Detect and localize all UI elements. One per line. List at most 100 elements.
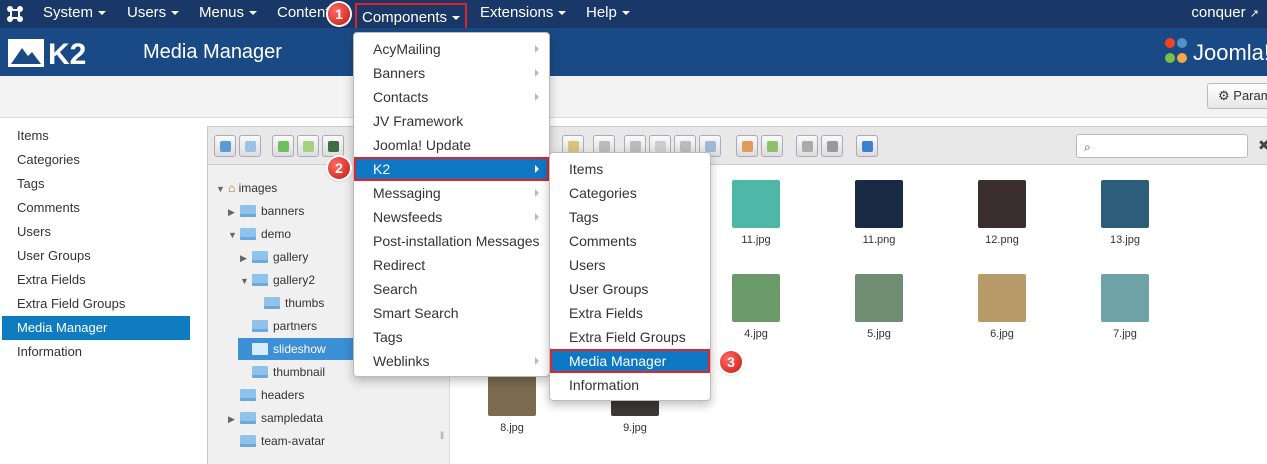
menu-item-tags[interactable]: Tags	[354, 325, 549, 349]
gear-icon: ⚙	[1218, 88, 1230, 103]
save-button[interactable]	[322, 135, 344, 157]
submenu-item-tags[interactable]: Tags	[550, 205, 710, 229]
sidebar-item-user-groups[interactable]: User Groups	[0, 244, 190, 268]
nav-menus[interactable]: Menus	[199, 0, 258, 28]
tree-node-thumbnail[interactable]: thumbnail	[252, 361, 325, 383]
tree-node-partners[interactable]: partners	[252, 315, 317, 337]
sidebar-item-users[interactable]: Users	[0, 220, 190, 244]
menu-item-redirect[interactable]: Redirect	[354, 253, 549, 277]
user-name: conquer	[1191, 4, 1246, 21]
menu-item-smart-search[interactable]: Smart Search	[354, 301, 549, 325]
submenu-item-items[interactable]: Items	[550, 157, 710, 181]
user-menu[interactable]: conquer ↗	[1191, 0, 1259, 27]
sidebar-item-categories[interactable]: Categories	[0, 148, 190, 172]
tree-node-slideshow[interactable]: slideshow	[238, 338, 368, 360]
sidebar-item-extra-field-groups[interactable]: Extra Field Groups	[0, 292, 190, 316]
back-button[interactable]	[214, 135, 236, 157]
parameters-button[interactable]: ⚙ Param	[1207, 83, 1267, 109]
submenu-item-extra-field-groups[interactable]: Extra Field Groups	[550, 325, 710, 349]
extract-button[interactable]	[736, 135, 758, 157]
file-thumbnail	[978, 180, 1026, 228]
search-input[interactable]: ⌕	[1076, 134, 1248, 158]
submenu-item-comments[interactable]: Comments	[550, 229, 710, 253]
chevron-right-icon	[535, 213, 539, 221]
file-item[interactable]: 7.jpg	[1090, 274, 1160, 340]
file-thumbnail	[855, 180, 903, 228]
nav-help[interactable]: Help	[586, 0, 630, 28]
tree-node-gallery2[interactable]: ▼ gallery2	[240, 269, 315, 291]
sidebar-item-items[interactable]: Items	[0, 124, 190, 148]
menu-item-weblinks[interactable]: Weblinks	[354, 349, 549, 373]
joomla-logo-icon[interactable]	[6, 5, 24, 23]
tree-node-headers[interactable]: headers	[240, 384, 304, 406]
file-item[interactable]: 6.jpg	[967, 274, 1037, 340]
menu-item-messaging[interactable]: Messaging	[354, 181, 549, 205]
submenu-item-media-manager[interactable]: Media Manager	[550, 349, 710, 373]
chevron-down-icon	[98, 11, 107, 16]
folder-icon	[252, 319, 268, 332]
menu-item-search[interactable]: Search	[354, 277, 549, 301]
resize-handle-icon[interactable]: ‖	[440, 431, 444, 442]
nav-content[interactable]: Content	[277, 0, 330, 28]
tree-label: sampledata	[261, 411, 324, 425]
sidebar: Items Categories Tags Comments Users Use…	[0, 124, 190, 364]
nav-extensions[interactable]: Extensions	[480, 0, 567, 28]
tree-node-banners[interactable]: ▶ banners	[228, 200, 304, 222]
save-icon	[328, 141, 339, 152]
submenu-item-users[interactable]: Users	[550, 253, 710, 277]
expanded-arrow-icon: ▼	[240, 276, 249, 286]
file-item[interactable]: 11.jpg	[721, 180, 791, 246]
tree-node-demo[interactable]: ▼ demo	[228, 223, 291, 245]
chevron-right-icon	[535, 69, 539, 77]
menu-item-k2[interactable]: K2	[354, 157, 549, 181]
forward-button[interactable]	[239, 135, 261, 157]
arrow-left-icon	[220, 141, 231, 152]
folder-icon	[240, 434, 256, 447]
menu-item-jv-framework[interactable]: JV Framework	[354, 109, 549, 133]
menu-item-banners[interactable]: Banners	[354, 61, 549, 85]
step-badge-3: 3	[720, 351, 742, 373]
sidebar-item-comments[interactable]: Comments	[0, 196, 190, 220]
tree-node-images[interactable]: ▼ ⌂ images	[216, 177, 277, 199]
sidebar-item-information[interactable]: Information	[0, 340, 190, 364]
file-name: 11.png	[862, 234, 896, 246]
menu-item-newsfeeds[interactable]: Newsfeeds	[354, 205, 549, 229]
file-item[interactable]: 4.jpg	[721, 274, 791, 340]
menu-item-joomla-update[interactable]: Joomla! Update	[354, 133, 549, 157]
submenu-item-extra-fields[interactable]: Extra Fields	[550, 301, 710, 325]
tree-node-gallery[interactable]: ▶ gallery	[240, 246, 308, 268]
k2-logo: K2	[8, 38, 86, 69]
menu-item-acymailing[interactable]: AcyMailing	[354, 37, 549, 61]
new-file-button[interactable]	[297, 135, 319, 157]
submenu-item-information[interactable]: Information	[550, 373, 710, 397]
sidebar-item-media-manager[interactable]: Media Manager	[2, 316, 190, 340]
tree-node-sampledata[interactable]: ▶ sampledata	[228, 407, 323, 429]
sort-button[interactable]	[821, 135, 843, 157]
file-item[interactable]: 5.jpg	[844, 274, 914, 340]
menu-item-post-installation-messages[interactable]: Post-installation Messages	[354, 229, 549, 253]
file-item[interactable]: 13.jpg	[1090, 180, 1160, 246]
nav-users[interactable]: Users	[127, 0, 180, 28]
nav-components[interactable]: Components	[355, 3, 468, 31]
tree-node-thumbs[interactable]: thumbs	[264, 292, 324, 314]
close-icon[interactable]: ✖	[1258, 137, 1267, 154]
file-item[interactable]: 11.png	[844, 180, 914, 246]
tree-node-team-avatar[interactable]: team-avatar	[240, 430, 325, 452]
submenu-item-user-groups[interactable]: User Groups	[550, 277, 710, 301]
view-icons-button[interactable]	[796, 135, 818, 157]
file-item[interactable]: 12.png	[967, 180, 1037, 246]
file-name: 6.jpg	[990, 328, 1014, 340]
tree-label: team-avatar	[261, 434, 326, 448]
file-item[interactable]: 8.jpg	[477, 368, 547, 434]
sidebar-item-extra-fields[interactable]: Extra Fields	[0, 268, 190, 292]
up-button[interactable]	[272, 135, 294, 157]
tree-label: headers	[261, 388, 305, 402]
archive-button[interactable]	[761, 135, 783, 157]
menu-item-contacts[interactable]: Contacts	[354, 85, 549, 109]
sidebar-item-tags[interactable]: Tags	[0, 172, 190, 196]
chevron-right-icon	[535, 93, 539, 101]
submenu-item-categories[interactable]: Categories	[550, 181, 710, 205]
tree-label: images	[238, 181, 278, 195]
help-button[interactable]	[856, 135, 878, 157]
nav-system[interactable]: System	[43, 0, 107, 28]
